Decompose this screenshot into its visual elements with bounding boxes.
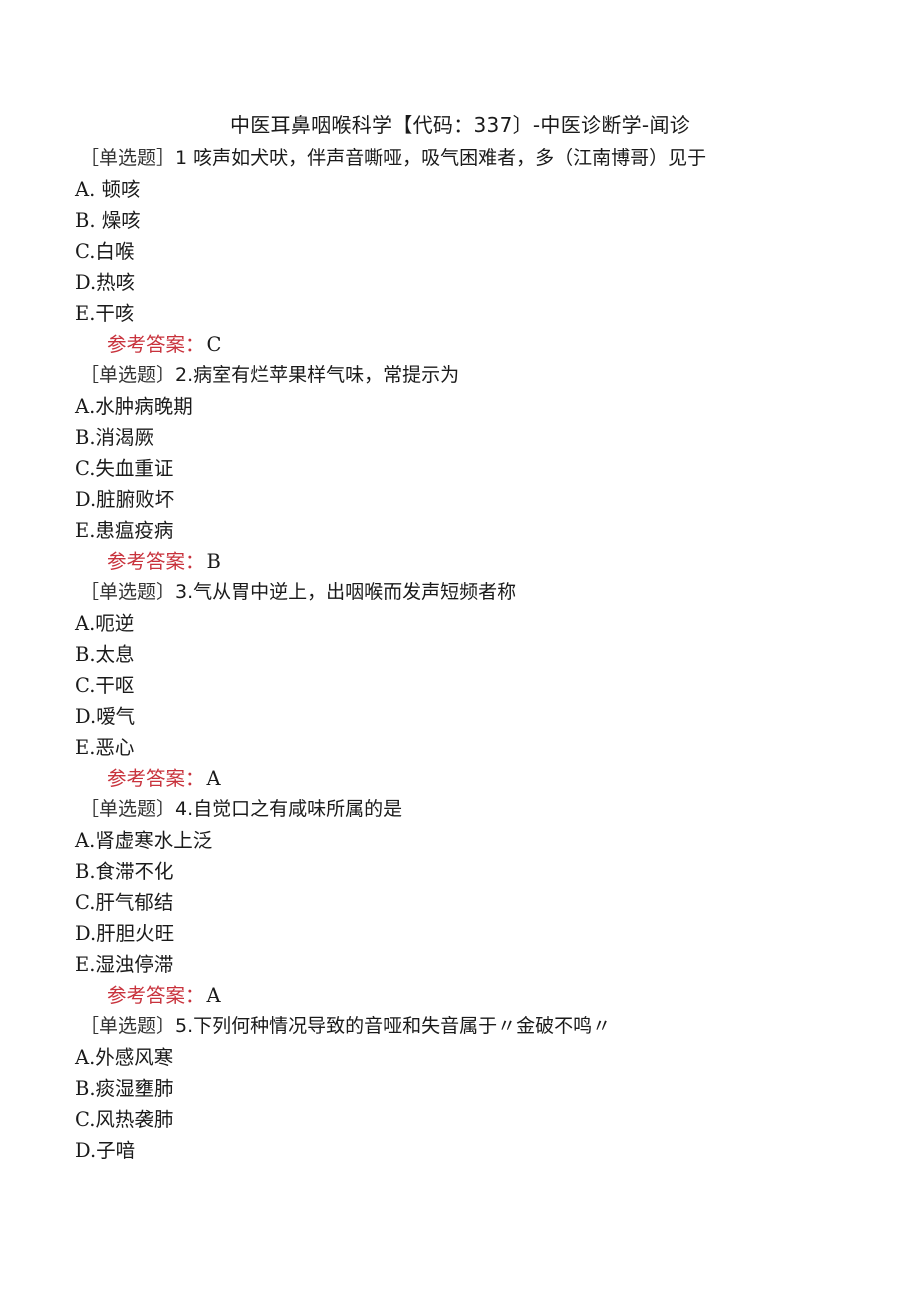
question-list: ［单选题］1 咳声如犬吠，伴声音嘶哑，吸气困难者，多（江南博哥）见于 A. 顿咳…	[75, 143, 875, 1166]
option-b: B.痰湿壅肺	[75, 1077, 174, 1100]
question-block: ［单选题〕3.气从胃中逆上，出咽喉而发声短频者称 A.呃逆 B.太息 C.干呕 …	[75, 577, 875, 794]
option-d: D.嗳气	[75, 705, 136, 728]
option-a: A. 顿咳	[75, 178, 141, 201]
question-type-label: ［单选题〕	[80, 364, 176, 386]
option-d: D.脏腑败坏	[75, 488, 175, 511]
question-text: 5.下列何种情况导致的音哑和失音属于〃金破不鸣〃	[175, 1015, 612, 1037]
answer-value: B	[206, 550, 221, 573]
option-d: D.热咳	[75, 271, 136, 294]
option-d: D.子喑	[75, 1139, 136, 1162]
option-a: A.肾虚寒水上泛	[75, 829, 213, 852]
option-c: C.失血重证	[75, 457, 174, 480]
answer-label: 参考答案：	[107, 984, 205, 1007]
option-c: C.白喉	[75, 240, 135, 263]
question-stem: ［单选题〕4.自觉口之有咸味所属的是	[75, 794, 875, 825]
question-text: 1 咳声如犬吠，伴声音嘶哑，吸气困难者，多（江南博哥）见于	[175, 147, 707, 169]
question-block: ［单选题〕4.自觉口之有咸味所属的是 A.肾虚寒水上泛 B.食滞不化 C.肝气郁…	[75, 794, 875, 1011]
question-stem: ［单选题］1 咳声如犬吠，伴声音嘶哑，吸气困难者，多（江南博哥）见于	[75, 143, 875, 174]
document-title: 中医耳鼻咽喉科学【代码：337〕-中医诊断学-闻诊	[229, 113, 691, 137]
question-text: 3.气从胃中逆上，出咽喉而发声短频者称	[175, 581, 517, 603]
document-page: 中医耳鼻咽喉科学【代码：337〕-中医诊断学-闻诊 ［单选题］1 咳声如犬吠，伴…	[0, 0, 920, 1301]
reference-answer: 参考答案： A	[75, 980, 875, 1011]
question-block: ［单选题〕2.病室有烂苹果样气味，常提示为 A.水肿病晚期 B.消渴厥 C.失血…	[75, 360, 875, 577]
answer-value: C	[206, 333, 222, 356]
option-e: E.恶心	[75, 736, 135, 759]
option-b: B.消渴厥	[75, 426, 155, 449]
option-b: B. 燥咳	[75, 209, 141, 232]
reference-answer: 参考答案： B	[75, 546, 875, 577]
option-e: E.湿浊停滞	[75, 953, 174, 976]
answer-label: 参考答案：	[107, 550, 205, 573]
option-c: C.干呕	[75, 674, 135, 697]
question-text: 4.自觉口之有咸味所属的是	[175, 798, 403, 820]
answer-value: A	[206, 767, 221, 790]
question-type-label: ［单选题〕	[80, 798, 176, 820]
option-b: B.食滞不化	[75, 860, 174, 883]
reference-answer: 参考答案： C	[75, 329, 875, 360]
question-stem: ［单选题〕3.气从胃中逆上，出咽喉而发声短频者称	[75, 577, 875, 608]
question-stem: ［单选题〕5.下列何种情况导致的音哑和失音属于〃金破不鸣〃	[75, 1011, 875, 1042]
answer-value: A	[206, 984, 221, 1007]
question-stem: ［单选题〕2.病室有烂苹果样气味，常提示为	[75, 360, 875, 391]
answer-label: 参考答案：	[107, 767, 205, 790]
answer-label: 参考答案：	[107, 333, 205, 356]
question-type-label: ［单选题〕	[80, 1015, 176, 1037]
option-a: A.呃逆	[75, 612, 135, 635]
question-type-label: ［单选题］	[80, 147, 176, 169]
option-c: C.肝气郁结	[75, 891, 174, 914]
option-b: B.太息	[75, 643, 135, 666]
question-type-label: ［单选题〕	[80, 581, 176, 603]
option-a: A.外感风寒	[75, 1046, 174, 1069]
option-e: E.干咳	[75, 302, 135, 325]
question-text: 2.病室有烂苹果样气味，常提示为	[175, 364, 460, 386]
option-a: A.水肿病晚期	[75, 395, 193, 418]
question-block: ［单选题］1 咳声如犬吠，伴声音嘶哑，吸气困难者，多（江南博哥）见于 A. 顿咳…	[75, 143, 875, 360]
option-c: C.风热袭肺	[75, 1108, 174, 1131]
question-block: ［单选题〕5.下列何种情况导致的音哑和失音属于〃金破不鸣〃 A.外感风寒 B.痰…	[75, 1011, 875, 1166]
reference-answer: 参考答案： A	[75, 763, 875, 794]
option-e: E.患瘟疫病	[75, 519, 174, 542]
option-d: D.肝胆火旺	[75, 922, 175, 945]
